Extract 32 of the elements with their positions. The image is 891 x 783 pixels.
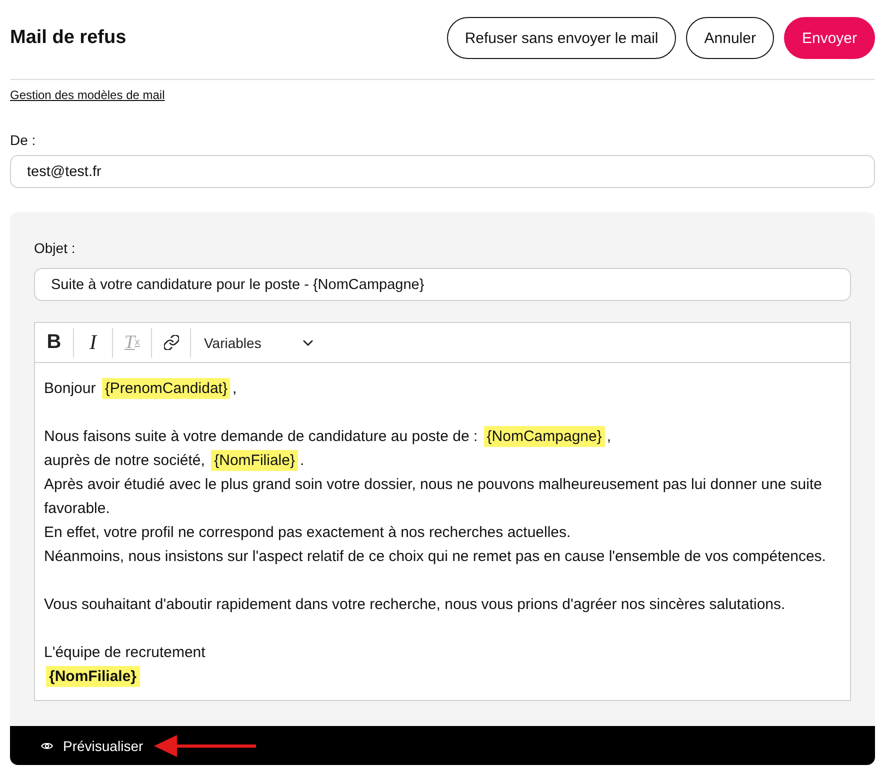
variable-tag: {PrenomCandidat} [102, 378, 230, 399]
subject-field[interactable]: Suite à votre candidature pour le poste - {NomCampagne} [34, 268, 851, 301]
send-button[interactable]: Envoyer [784, 17, 875, 59]
body-text: L'équipe de recrutement [44, 643, 206, 663]
field-label: Objet : [34, 240, 76, 257]
eye-icon [41, 742, 53, 750]
sender-field[interactable]: test@test.fr [10, 155, 875, 188]
variable-tag: {NomFiliale} [46, 666, 140, 687]
italic-button[interactable]: I [74, 328, 113, 358]
link-icon [164, 335, 178, 350]
body-text: , [232, 380, 237, 397]
text-editor[interactable] [34, 322, 851, 701]
body-text: auprès de notre société, [44, 452, 206, 469]
body-text: , [606, 428, 612, 445]
body-text: Vous souhaitant d'aboutir rapidement dans votre recherche, nous vous prions d'agréer nos sincères salutations. [44, 595, 786, 615]
page-title: Mail de refus [10, 27, 126, 49]
bold-button[interactable]: B [35, 328, 74, 358]
variables-dropdown[interactable]: Variables [191, 328, 313, 358]
variable-tag: {NomCampagne} [484, 426, 605, 447]
preview-button[interactable]: Prévisualiser [41, 738, 144, 754]
body-text: Bonjour [44, 380, 97, 397]
refuse-without-sending-button[interactable]: Refuser sans envoyer le mail [446, 17, 676, 59]
field-label: De : [10, 132, 37, 149]
body-text: Après avoir étudié avec le plus grand soin votre dossier, nous ne pouvons malheureusement pas lui donner une suite favorable. [44, 475, 823, 519]
chevron-down-icon [303, 340, 313, 346]
templates-link[interactable]: Gestion des modèles de mail [10, 88, 165, 102]
body-text: . [300, 452, 304, 469]
body-text: En effet, votre profil ne correspond pas exactement à nos recherches actuelles. [44, 523, 572, 543]
body-text: Nous faisons suite à votre demande de candidature au poste de : [44, 428, 479, 445]
cancel-button[interactable]: Annuler [686, 17, 774, 59]
variable-tag: {NomFiliale} [211, 450, 298, 471]
body-text: Néanmoins, nous insistons sur l'aspect relatif de ce choix qui ne remet pas en cause l'ensemble de vos compétences. [44, 547, 827, 567]
